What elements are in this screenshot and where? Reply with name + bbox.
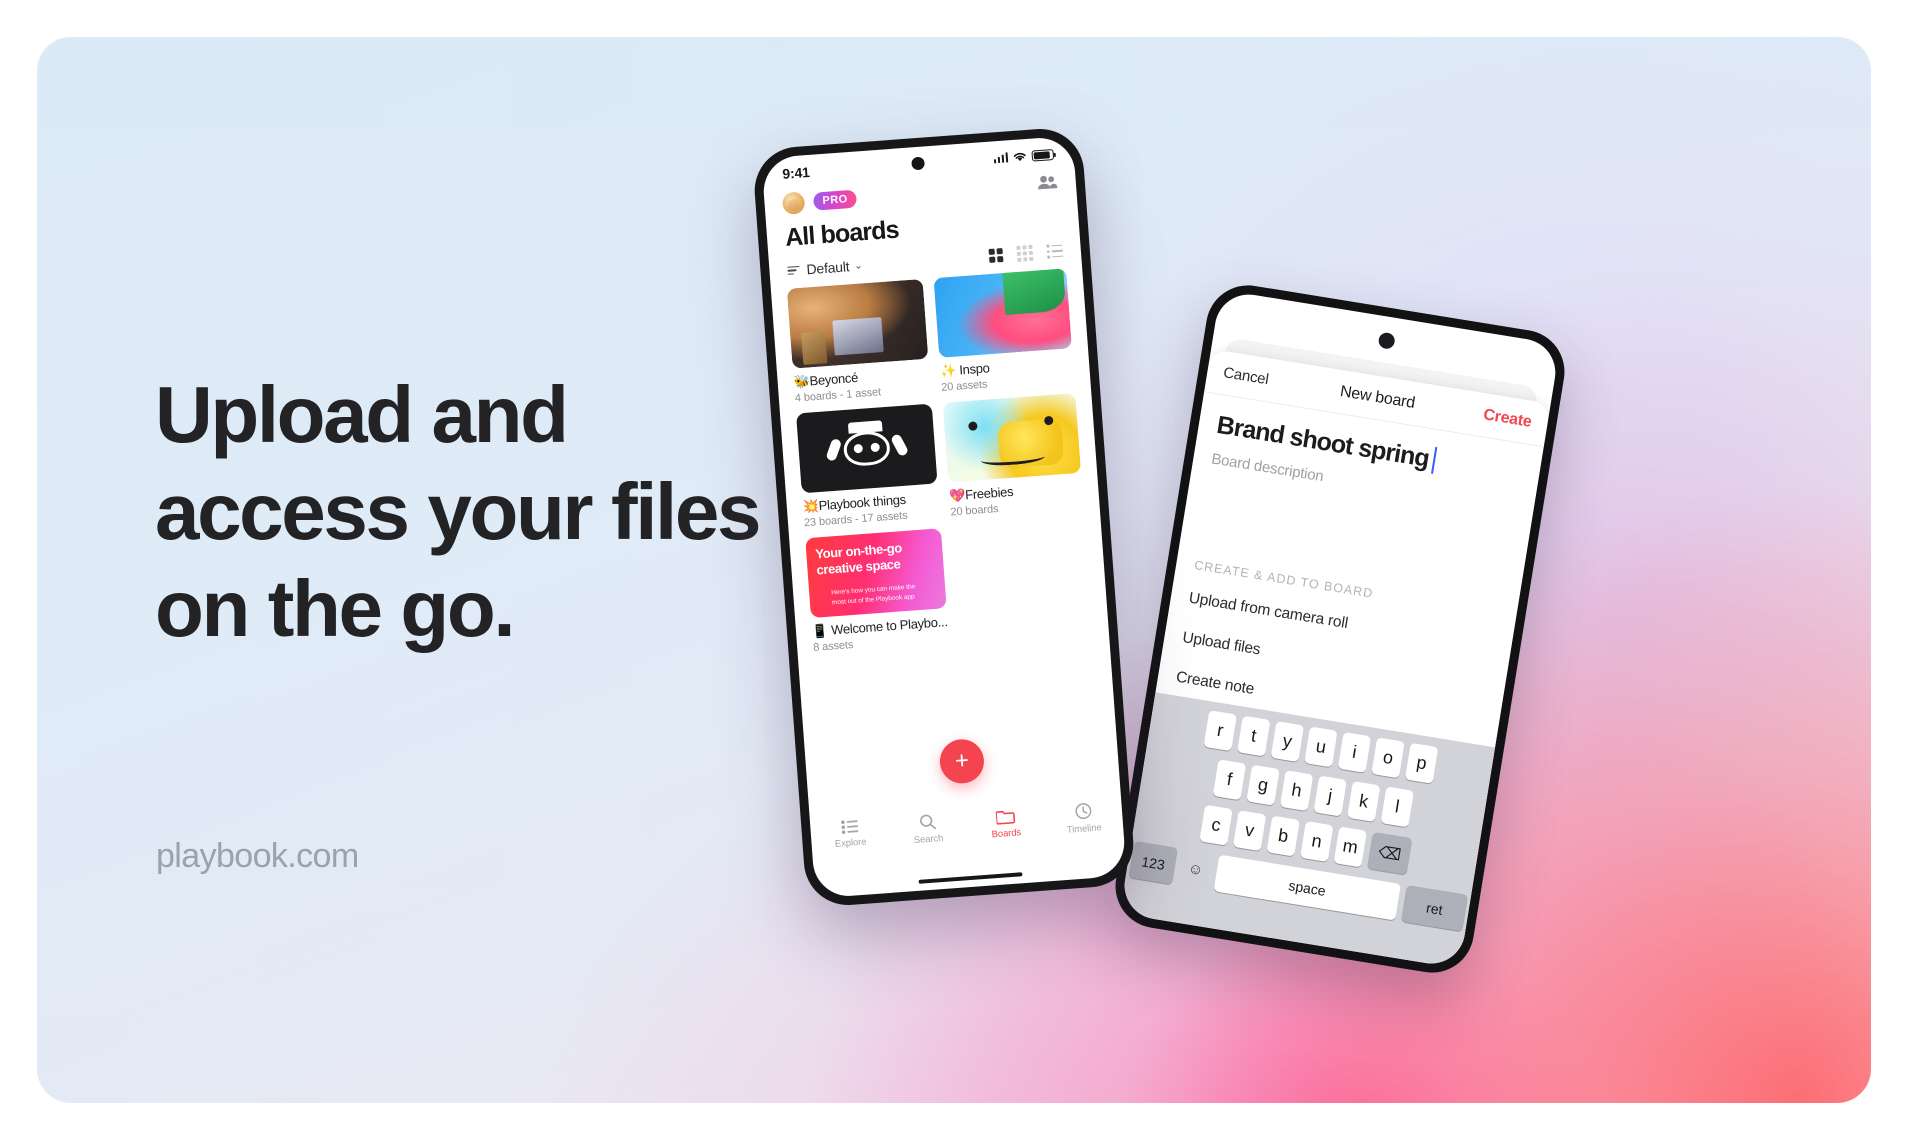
status-badge[interactable]: PRO (812, 189, 858, 211)
key-j[interactable]: j (1313, 775, 1347, 817)
board-card[interactable]: 💥Playbook things 23 boards - 17 assets (796, 403, 940, 529)
key-i[interactable]: i (1337, 731, 1372, 773)
new-board-form: Brand shoot spring Board description CRE… (1157, 392, 1544, 738)
list-icon (840, 820, 858, 835)
tab-boards[interactable]: Boards (966, 805, 1046, 842)
board-card[interactable]: 💖Freebies 20 boards (942, 393, 1083, 518)
boards-grid[interactable]: 🐝Beyoncé 4 boards - 1 asset ✨ Inspo 20 a… (770, 257, 1115, 743)
chevron-down-icon[interactable]: ⌄ (854, 260, 863, 272)
hero-card: Upload and access your files on the go. … (37, 37, 1871, 1103)
key-u[interactable]: u (1304, 726, 1338, 768)
status-time: 9:41 (781, 163, 811, 182)
board-thumbnail (942, 393, 1082, 483)
board-thumbnail (796, 403, 938, 494)
promo-heading: Your on-the-go creative space (814, 540, 903, 578)
key-p[interactable]: p (1404, 742, 1439, 784)
wifi-icon (1013, 152, 1026, 161)
add-board-button[interactable]: + (938, 737, 986, 785)
battery-icon (1031, 148, 1055, 162)
key-c[interactable]: c (1199, 804, 1233, 846)
avatar[interactable] (781, 191, 806, 215)
tab-search[interactable]: Search (888, 811, 968, 848)
camera-notch-icon (911, 156, 925, 171)
key-k[interactable]: k (1346, 781, 1381, 823)
grid-small-view-icon[interactable] (1016, 245, 1034, 262)
board-title: Beyoncé (809, 369, 859, 389)
list-view-icon[interactable] (1046, 244, 1064, 259)
status-indicators (993, 148, 1055, 164)
key-v[interactable]: v (1232, 810, 1267, 852)
key-t[interactable]: t (1236, 715, 1271, 757)
board-thumbnail (786, 278, 929, 369)
key-y[interactable]: y (1270, 721, 1305, 763)
key-o[interactable]: o (1371, 737, 1405, 779)
board-emoji: 💥 (802, 498, 820, 515)
board-card[interactable]: ✨ Inspo 20 assets (933, 268, 1074, 394)
tab-label: Search (913, 832, 944, 847)
text-caret (1431, 446, 1438, 474)
sort-icon[interactable] (787, 265, 800, 276)
return-key[interactable]: ret (1401, 884, 1469, 932)
phone-all-boards: 9:41 PRO All boards Default ⌄ 🐝Beyoncé 4… (751, 125, 1137, 909)
board-thumbnail (933, 268, 1072, 358)
create-button[interactable]: Create (1482, 406, 1533, 432)
board-emoji: 📱 (811, 622, 829, 639)
board-card[interactable]: 🐝Beyoncé 4 boards - 1 asset (786, 278, 931, 405)
cellular-bars-icon (993, 152, 1009, 164)
grid-large-view-icon[interactable] (988, 247, 1004, 264)
boards-grid-row-1: 🐝Beyoncé 4 boards - 1 asset ✨ Inspo 20 a… (786, 268, 1093, 654)
key-n[interactable]: n (1299, 821, 1334, 863)
playbook-mascot-icon (796, 404, 937, 494)
clock-icon (1074, 803, 1091, 820)
board-card[interactable]: Your on-the-go creative space Here's how… (805, 528, 949, 654)
key-m[interactable]: m (1333, 826, 1368, 868)
key-f[interactable]: f (1212, 759, 1247, 801)
board-title: Inspo (958, 360, 991, 378)
page-title: Upload and access your files on the go. (155, 370, 761, 653)
folder-icon (995, 810, 1015, 825)
search-icon (919, 814, 936, 830)
key-l[interactable]: l (1380, 786, 1415, 828)
camera-notch-icon (1377, 331, 1396, 350)
backspace-icon[interactable]: ⌫ (1367, 831, 1413, 875)
new-board-sheet: Cancel New board Create Brand shoot spri… (1119, 348, 1551, 969)
board-emoji: ✨ (939, 362, 957, 379)
tab-label: Explore (834, 836, 867, 850)
promo-screenshot: Upload and access your files on the go. … (0, 0, 1905, 1140)
tab-timeline[interactable]: Timeline (1043, 800, 1123, 838)
tab-label: Boards (991, 827, 1022, 841)
phone-screen: 9:41 PRO All boards Default ⌄ 🐝Beyoncé 4… (761, 135, 1127, 899)
key-b[interactable]: b (1266, 815, 1300, 857)
board-thumbnail: Your on-the-go creative space Here's how… (805, 528, 947, 619)
card-stack-shadow (934, 533, 947, 615)
tab-explore[interactable]: Explore (810, 817, 890, 852)
board-emoji: 🐝 (793, 373, 811, 390)
key-g[interactable]: g (1246, 764, 1280, 806)
site-url: playbook.com (156, 837, 359, 875)
key-r[interactable]: r (1203, 710, 1237, 752)
board-title: Freebies (964, 483, 1014, 503)
people-icon[interactable] (1036, 174, 1058, 195)
phone-screen: Cancel New board Create Brand shoot spri… (1119, 289, 1561, 969)
key-h[interactable]: h (1279, 770, 1314, 812)
emoji-icon[interactable]: ☺ (1178, 849, 1214, 890)
promo-subheading: Here's how you can make the most out of … (831, 583, 916, 607)
phone-new-board: Cancel New board Create Brand shoot spri… (1109, 279, 1571, 979)
board-emoji: 💖 (948, 487, 966, 504)
tab-label: Timeline (1066, 822, 1102, 836)
